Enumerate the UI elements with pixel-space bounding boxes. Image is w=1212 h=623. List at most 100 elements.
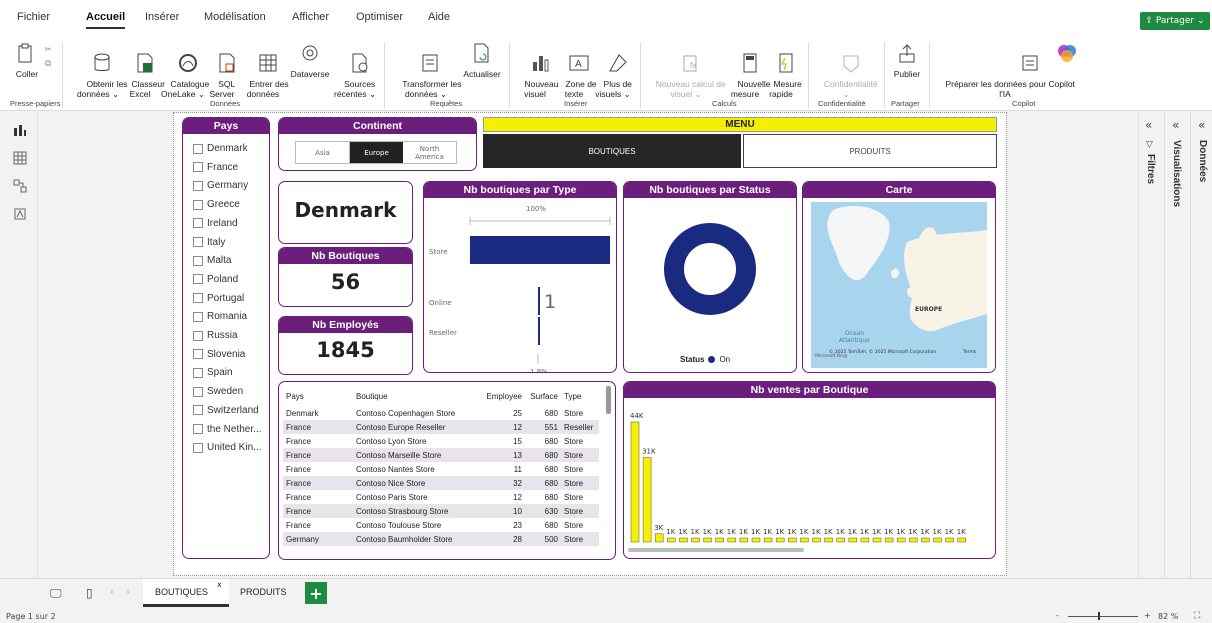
bar[interactable] xyxy=(470,236,610,264)
slicer-pays-item[interactable]: Greece xyxy=(193,199,240,210)
prev-page-icon[interactable]: ‹ xyxy=(110,587,114,598)
menu-afficher[interactable]: Afficher xyxy=(292,11,329,23)
checkbox[interactable] xyxy=(193,367,203,378)
mobile-layout-icon[interactable]: ▯ xyxy=(86,586,93,600)
table-view-icon[interactable] xyxy=(12,150,28,166)
checkbox[interactable] xyxy=(193,311,203,322)
prepare-copilot-button[interactable]: Préparer les données pour Copilot l'IA xyxy=(936,42,1075,109)
status-legend-item[interactable]: On xyxy=(719,355,730,364)
slicer-pays-item[interactable]: Slovenia xyxy=(193,349,245,360)
fit-page-icon[interactable]: ⛶ xyxy=(1194,611,1200,621)
donnees-pane-label[interactable]: Données xyxy=(1197,140,1208,182)
quick-measure-button[interactable]: Mesure rapide xyxy=(764,42,802,109)
filters-pane-label[interactable]: Filtres xyxy=(1145,154,1156,184)
table-row[interactable]: France Contoso Strasbourg Store 10 630 Store xyxy=(283,504,599,518)
header-type[interactable]: Type xyxy=(561,386,599,406)
menu-fichier[interactable]: Fichier xyxy=(17,11,50,23)
slicer-pays[interactable]: Pays Denmark France Germany Greece Ireland It… xyxy=(182,117,270,559)
bar[interactable] xyxy=(860,537,870,543)
recent-sources-button[interactable]: Sources récentes ⌄ xyxy=(334,42,376,109)
donut-slice-on[interactable] xyxy=(664,223,756,315)
bar[interactable] xyxy=(836,537,845,543)
chart-type[interactable]: Nb boutiques par Type 100% Store Online Res… xyxy=(423,181,617,373)
zoom-in-icon[interactable]: + xyxy=(1144,611,1151,620)
bar[interactable] xyxy=(957,537,966,543)
bar[interactable] xyxy=(800,537,809,543)
bar[interactable] xyxy=(775,537,785,543)
bar[interactable] xyxy=(727,537,737,543)
slicer-pays-item[interactable]: United Kin... xyxy=(193,442,261,453)
slicer-continent[interactable]: Continent Asia Europe North America xyxy=(278,117,477,171)
model-view-icon[interactable] xyxy=(12,178,28,194)
close-icon[interactable]: x xyxy=(217,580,222,589)
add-page-button[interactable]: + xyxy=(305,582,327,604)
header-surface[interactable]: Surface xyxy=(525,386,561,406)
bar[interactable] xyxy=(921,537,930,543)
bar[interactable] xyxy=(691,537,700,543)
tab-produits[interactable]: PRODUITS xyxy=(240,587,287,597)
dataverse-button[interactable]: Dataverse xyxy=(288,42,332,79)
new-visual-button[interactable]: Nouveau visuel xyxy=(515,42,558,109)
table-row[interactable]: Denmark Contoso Copenhagen Store 25 680 Stor… xyxy=(283,406,599,420)
bar[interactable] xyxy=(703,537,712,543)
bar[interactable] xyxy=(538,317,540,345)
excel-button[interactable]: Classeur Excel xyxy=(122,42,165,109)
slicer-pays-item[interactable]: the Nether... xyxy=(193,424,261,435)
menu-modelisation[interactable]: Modélisation xyxy=(204,11,266,23)
checkbox[interactable] xyxy=(193,424,203,434)
onelake-button[interactable]: Catalogue OneLake ⌄ xyxy=(161,42,209,109)
report-view-icon[interactable] xyxy=(12,122,28,138)
continent-asia[interactable]: Asia xyxy=(296,142,350,163)
bar[interactable] xyxy=(872,537,882,543)
checkbox[interactable] xyxy=(193,330,203,341)
menu-optimiser[interactable]: Optimiser xyxy=(356,11,403,23)
checkbox[interactable] xyxy=(193,386,203,397)
checkbox[interactable] xyxy=(193,255,203,266)
menu-produits-button[interactable]: PRODUITS xyxy=(743,134,997,168)
header-boutique[interactable]: Boutique xyxy=(353,386,481,406)
bar[interactable] xyxy=(667,537,676,543)
bar[interactable] xyxy=(812,537,821,543)
copilot-icon[interactable] xyxy=(1056,42,1078,64)
table-row[interactable]: Germany Contoso Baumholder Store 28 500 Stor… xyxy=(283,532,599,546)
checkbox[interactable] xyxy=(193,349,203,360)
header-employee[interactable]: Employee xyxy=(481,386,525,406)
slicer-pays-item[interactable]: Ireland xyxy=(193,218,238,229)
slicer-pays-item[interactable]: Denmark xyxy=(193,143,248,154)
bar[interactable] xyxy=(679,537,688,543)
table-scrollbar[interactable] xyxy=(606,386,611,414)
cut-icon[interactable]: ✂ xyxy=(42,44,54,54)
tab-boutiques[interactable]: BOUTIQUES x xyxy=(143,579,229,607)
slicer-pays-item[interactable]: Spain xyxy=(193,367,233,378)
visualisations-pane-label[interactable]: Visualisations xyxy=(1171,140,1182,207)
table-row[interactable]: France Contoso Paris Store 12 680 Store xyxy=(283,490,599,504)
table-boutiques[interactable]: Pays Boutique Employee Surface Type Denm… xyxy=(278,381,616,560)
slicer-pays-item[interactable]: Germany xyxy=(193,180,248,191)
bar[interactable] xyxy=(896,537,906,543)
slicer-pays-item[interactable]: Poland xyxy=(193,274,238,285)
bar[interactable] xyxy=(933,537,942,543)
more-visuals-button[interactable]: Plus de visuels ⌄ xyxy=(594,42,632,109)
collapse-filters-icon[interactable]: « xyxy=(1145,118,1152,132)
dax-view-icon[interactable] xyxy=(12,206,28,222)
checkbox[interactable] xyxy=(193,180,203,191)
slicer-pays-item[interactable]: Malta xyxy=(193,255,231,266)
checkbox[interactable] xyxy=(193,162,203,173)
menu-inserer[interactable]: Insérer xyxy=(145,11,179,23)
bar[interactable] xyxy=(848,537,858,543)
slicer-pays-item[interactable]: Russia xyxy=(193,330,238,341)
refresh-button[interactable]: Actualiser xyxy=(461,42,503,79)
bar[interactable] xyxy=(751,537,761,543)
header-pays[interactable]: Pays xyxy=(283,386,353,406)
bar[interactable] xyxy=(538,287,540,315)
bar[interactable] xyxy=(630,421,640,543)
continent-north-america[interactable]: North America xyxy=(403,142,456,163)
menu-aide[interactable]: Aide xyxy=(428,11,450,23)
menu-boutiques-button[interactable]: BOUTIQUES xyxy=(483,134,741,168)
checkbox[interactable] xyxy=(193,442,203,453)
checkbox[interactable] xyxy=(193,293,203,304)
slicer-pays-item[interactable]: France xyxy=(193,162,238,173)
menu-accueil[interactable]: Accueil xyxy=(86,11,126,29)
slicer-pays-item[interactable]: Switzerland xyxy=(193,405,259,416)
bar[interactable] xyxy=(884,537,894,543)
